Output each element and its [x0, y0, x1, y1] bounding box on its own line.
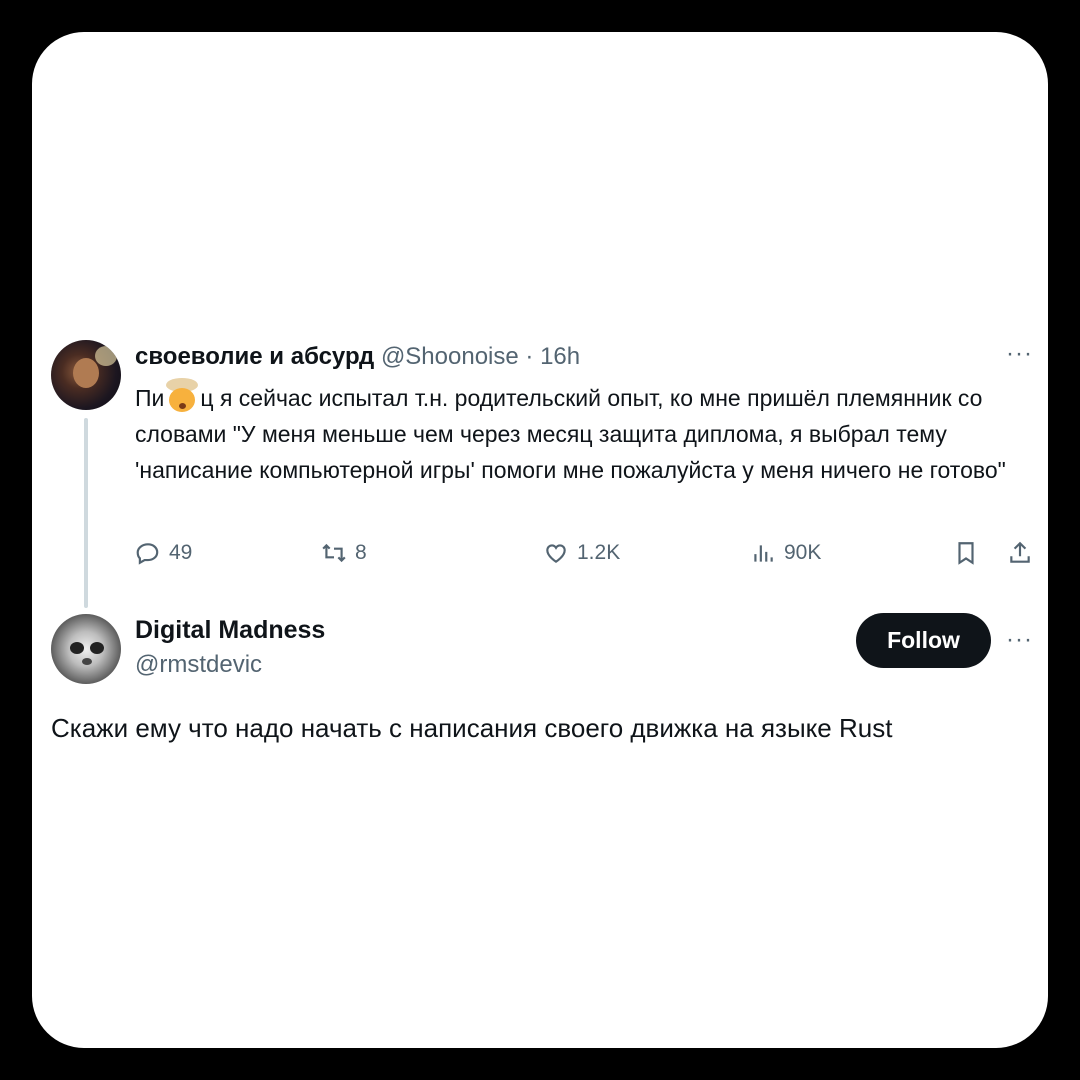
thread-line: [84, 418, 88, 608]
follow-button[interactable]: Follow: [856, 613, 991, 668]
avatar-light: [95, 346, 117, 366]
avatar[interactable]: [51, 340, 121, 410]
author-handle[interactable]: @rmstdevic: [135, 650, 262, 680]
timestamp[interactable]: 16h: [540, 343, 580, 370]
tweet-text-part: ц я сейчас испытал т.н. родительский опы…: [135, 385, 1006, 483]
reply-icon: [136, 543, 159, 565]
share-icon: [1010, 541, 1030, 563]
avatar-face: [73, 358, 99, 388]
bookmark-button[interactable]: [953, 540, 979, 566]
tweet-text-part: Пи: [135, 385, 165, 411]
view-count: 90K: [784, 541, 822, 564]
retweet-button[interactable]: 8: [321, 540, 367, 566]
views-icon: [754, 545, 773, 562]
like-button[interactable]: 1.2K: [543, 540, 620, 566]
avatar[interactable]: [51, 614, 121, 684]
bookmark-icon: [958, 542, 974, 565]
reply-button[interactable]: 49: [135, 540, 192, 566]
tweet-text: Пи ц я сейчас испытал т.н. родительский о…: [135, 378, 1015, 488]
like-count: 1.2K: [577, 541, 621, 564]
reply-count: 49: [169, 541, 193, 564]
reply-text: Скажи ему что надо начать с написания св…: [51, 713, 893, 743]
retweet-count: 8: [355, 541, 367, 564]
author-name[interactable]: своеволие и абсурд: [135, 343, 374, 370]
share-button[interactable]: [1007, 540, 1033, 566]
separator: ·: [525, 343, 534, 370]
avatar-eye: [90, 642, 104, 654]
author-handle[interactable]: @Shoonoise: [381, 343, 519, 370]
more-options-icon[interactable]: ···: [1006, 628, 1033, 652]
tweet-header: своеволие и абсурд @Shoonoise · 16h: [135, 342, 580, 372]
tweet-actions: 49 8 1.2K 90K: [135, 540, 1035, 574]
views-button[interactable]: 90K: [750, 540, 821, 566]
exploding-head-icon: [164, 378, 200, 412]
avatar-nose: [82, 658, 92, 665]
more-options-icon[interactable]: ···: [1006, 342, 1033, 366]
author-name[interactable]: Digital Madness: [135, 614, 325, 646]
heart-icon: [546, 544, 566, 563]
retweet-icon: [322, 543, 346, 563]
avatar-eye: [70, 642, 84, 654]
